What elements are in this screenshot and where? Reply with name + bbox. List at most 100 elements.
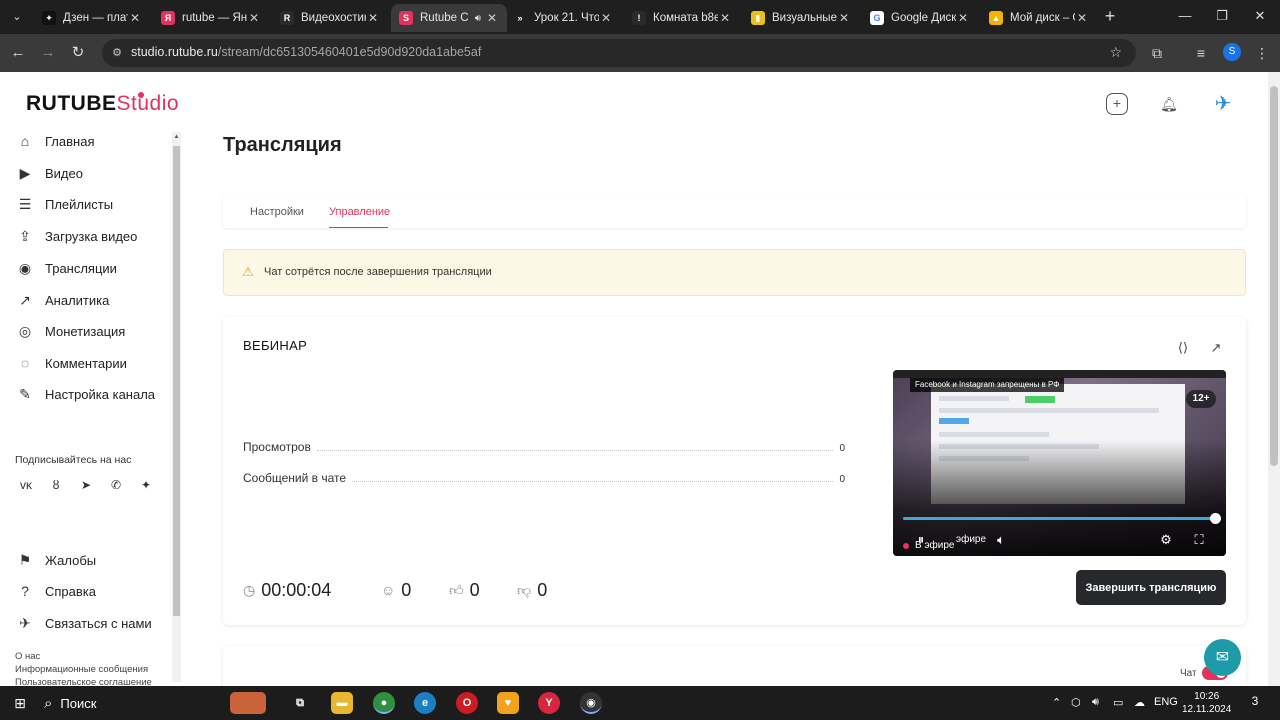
channel-avatar[interactable]: ✈ <box>1210 91 1236 117</box>
tray-speaker-icon[interactable]: 🔊︎ <box>1092 696 1099 709</box>
sidebar-item[interactable]: ✎ Настройка канала <box>16 382 155 406</box>
zen-icon[interactable]: ✦ <box>136 475 156 495</box>
language-indicator[interactable]: ENG <box>1154 696 1178 708</box>
scroll-up-arrow-icon[interactable]: ▲ <box>172 134 181 140</box>
page-scrollbar[interactable] <box>1268 72 1280 686</box>
file-explorer-icon[interactable]: ▬ <box>331 692 353 714</box>
task-view-icon[interactable]: ⧉ <box>289 692 311 714</box>
sidebar-item-label: Главная <box>45 133 95 149</box>
stream-preview-player[interactable]: Facebook и Instagram запрещены в РФ 12+ … <box>893 370 1226 556</box>
edge-icon[interactable]: e <box>414 692 436 714</box>
player-progress-bar[interactable] <box>903 513 1221 524</box>
odnoklassniki-icon[interactable]: ȣ <box>46 475 66 495</box>
sidebar-scrollbar[interactable]: ▲ <box>172 132 181 682</box>
tab-close-icon[interactable]: ✕ <box>366 11 380 25</box>
new-tab-button[interactable]: + <box>1100 6 1120 28</box>
tab-search-icon[interactable]: ⌄ <box>6 7 28 27</box>
vk-icon[interactable]: ᴠᴋ <box>16 475 36 495</box>
footer-link[interactable]: О нас <box>15 650 152 663</box>
extensions-icon[interactable]: ⧉ <box>1147 43 1167 63</box>
tab-favicon-icon: ! <box>632 11 646 25</box>
browser-tab[interactable]: ▲ Мой диск – G ✕ <box>981 4 1097 32</box>
footer-link[interactable]: Информационные сообщения <box>15 663 152 676</box>
rutube-studio-logo[interactable]: RUTUBEStudio <box>26 92 179 116</box>
browser-tab[interactable]: ! Комната b8e ✕ <box>624 4 740 32</box>
back-icon[interactable]: ← <box>8 43 28 63</box>
notifications-bell-icon[interactable]: 🔔︎ <box>1156 91 1182 117</box>
tab-close-icon[interactable]: ✕ <box>247 11 261 25</box>
fullscreen-icon[interactable]: ⛶ <box>1189 531 1209 549</box>
sidebar-item[interactable]: ↗ Аналитика <box>16 288 109 312</box>
sidebar-item[interactable]: ☰ Плейлисты <box>16 192 113 216</box>
tray-overflow-icon[interactable]: ⌃ <box>1052 696 1061 709</box>
tab-close-icon[interactable]: ✕ <box>956 11 970 25</box>
widget-thumbnail-icon[interactable] <box>230 692 266 714</box>
search-icon: ⌕ <box>44 694 53 712</box>
add-content-icon[interactable]: + <box>1106 93 1128 115</box>
tab-close-icon[interactable]: ✕ <box>485 11 499 25</box>
tray-app-icon[interactable]: ⬡ <box>1071 696 1081 709</box>
viber-icon[interactable]: ✆ <box>106 475 126 495</box>
yandex-music-icon[interactable]: ♥ <box>497 692 519 714</box>
broadcast-icon: ◉ <box>18 259 32 276</box>
obs-icon[interactable]: ◉ <box>580 692 602 714</box>
reload-icon[interactable]: ↻ <box>68 43 88 63</box>
tab-close-icon[interactable]: ✕ <box>599 11 613 25</box>
tab-audio-icon[interactable]: 🔊︎ <box>475 13 481 24</box>
tray-battery-icon[interactable]: ▭ <box>1113 696 1123 709</box>
browser-tab[interactable]: R Видеохостин ✕ <box>272 4 388 32</box>
browser-menu-icon[interactable]: ⋮ <box>1252 43 1272 63</box>
address-bar[interactable]: ⚙ studio.rutube.ru/stream/dc651305460401… <box>102 39 1136 67</box>
progress-knob[interactable] <box>1210 513 1221 524</box>
tray-network-icon[interactable]: ☁ <box>1134 696 1145 709</box>
footer-link[interactable]: Пользовательское соглашение <box>15 676 152 686</box>
volume-icon[interactable]: 🔈︎ <box>991 531 1011 549</box>
sidebar-item[interactable]: ⇪ Загрузка видео <box>16 224 137 248</box>
notifications-icon[interactable]: 3 <box>1246 694 1264 712</box>
minimize-icon[interactable]: — <box>1175 8 1195 23</box>
end-stream-button[interactable]: Завершить трансляцию <box>1076 570 1226 605</box>
yandex-browser-icon[interactable]: Y <box>538 692 560 714</box>
chrome-icon[interactable]: ● <box>373 692 395 714</box>
telegram-icon[interactable]: ➤ <box>76 475 96 495</box>
open-external-icon[interactable]: ↗ <box>1207 339 1225 357</box>
system-clock[interactable]: 10:26 12.11.2024 <box>1182 690 1231 716</box>
browser-tab[interactable]: ▮ Визуальные ✕ <box>743 4 859 32</box>
sidebar-item[interactable]: ◌ Комментарии <box>16 351 127 375</box>
bookmark-star-icon[interactable]: ☆ <box>1109 44 1122 61</box>
sidebar-bottom-item[interactable]: ⚑ Жалобы <box>16 548 96 572</box>
tab-management[interactable]: Управление <box>329 206 390 218</box>
tab-settings[interactable]: Настройки <box>250 206 304 218</box>
tab-close-icon[interactable]: ✕ <box>718 11 732 25</box>
sidebar-bottom-item[interactable]: ? Справка <box>16 579 96 603</box>
opera-icon[interactable]: O <box>456 692 478 714</box>
sidebar-item[interactable]: ◎ Монетизация <box>16 319 125 343</box>
browser-tab[interactable]: ✦ Дзен — платф✕ <box>34 4 150 32</box>
url-text[interactable]: studio.rutube.ru/stream/dc651305460401e5… <box>131 45 481 59</box>
taskbar-search[interactable]: ⌕ Поиск <box>44 691 234 715</box>
tab-close-icon[interactable]: ✕ <box>837 11 851 25</box>
support-chat-icon[interactable]: ✉ <box>1204 639 1241 676</box>
close-window-icon[interactable]: ✕ <box>1250 8 1270 24</box>
browser-tab[interactable]: G Google Диск ✕ <box>862 4 978 32</box>
maximize-icon[interactable]: ❐ <box>1212 8 1232 24</box>
browser-tab[interactable]: S Rutube С 🔊︎ ✕ <box>391 4 507 32</box>
share-icon[interactable]: ⟨⟩ <box>1174 339 1192 357</box>
sidebar-item[interactable]: ⌂ Главная <box>16 129 95 153</box>
profile-avatar[interactable]: S <box>1223 43 1241 61</box>
sidebar-item[interactable]: ◉ Трансляции <box>16 256 117 280</box>
browser-tab[interactable]: » Урок 21. Что ✕ <box>505 4 621 32</box>
page-scroll-thumb[interactable] <box>1270 86 1278 466</box>
site-info-icon[interactable]: ⚙ <box>110 46 124 60</box>
tab-close-icon[interactable]: ✕ <box>1075 11 1089 25</box>
sidebar-item[interactable]: ▶ Видео <box>16 161 83 185</box>
media-controls-icon[interactable]: ≡ <box>1191 43 1211 63</box>
tab-favicon-icon: S <box>399 11 413 25</box>
sidebar-bottom-item[interactable]: ✈ Связаться с нами <box>16 611 152 635</box>
tab-close-icon[interactable]: ✕ <box>128 11 142 25</box>
player-settings-icon[interactable]: ⚙ <box>1156 531 1176 549</box>
browser-tab[interactable]: Яrutube — Янд ✕ <box>153 4 269 32</box>
forward-icon[interactable]: → <box>38 43 58 63</box>
windows-start-icon[interactable]: ⊞ <box>12 695 28 711</box>
sidebar-scroll-thumb[interactable] <box>173 146 180 616</box>
